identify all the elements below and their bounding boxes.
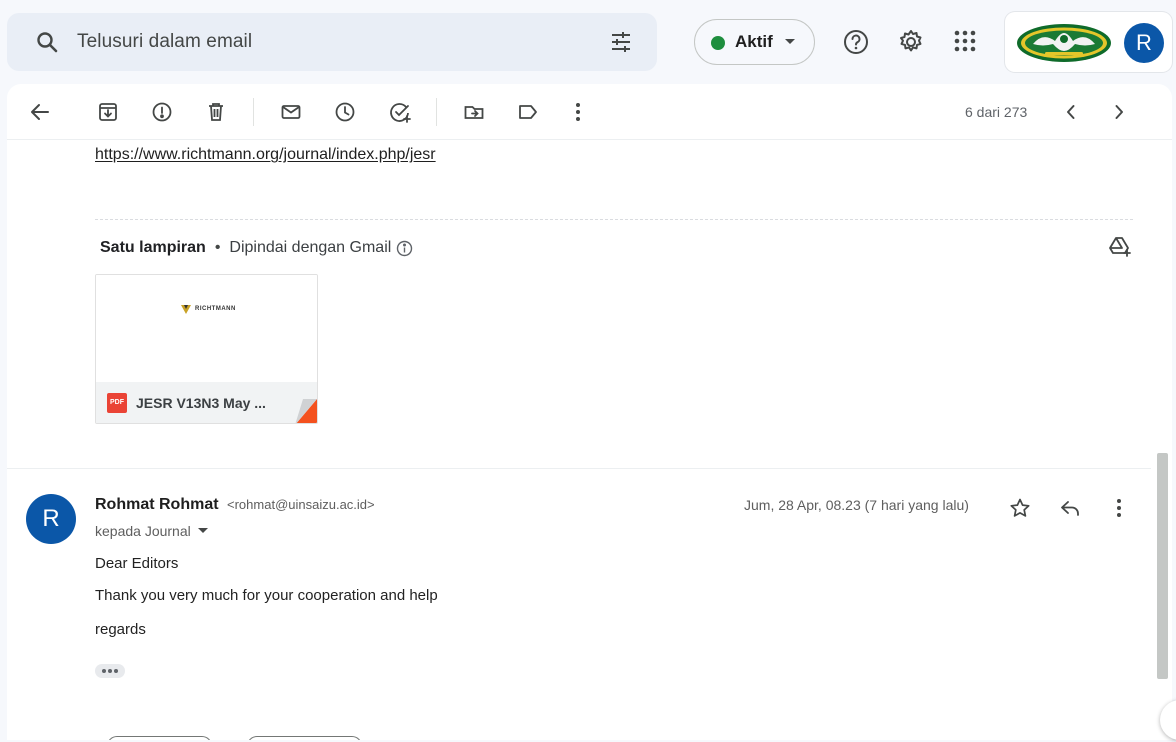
search-icon[interactable] — [35, 30, 59, 54]
label-icon[interactable] — [517, 101, 539, 123]
toolbar-divider — [253, 98, 254, 126]
report-spam-icon[interactable] — [151, 101, 173, 123]
search-bar[interactable]: Telusuri dalam email — [7, 13, 657, 71]
attachment-card[interactable]: RICHTMANN PDF JESR V13N3 May ... — [95, 274, 318, 424]
attachments-header: Satu lampiran • Dipindai dengan Gmail — [100, 237, 413, 259]
body-line-closing: regards — [95, 621, 146, 638]
back-arrow-icon[interactable] — [29, 101, 51, 123]
toolbar-divider — [436, 98, 437, 126]
archive-icon[interactable] — [97, 101, 119, 123]
more-vert-icon[interactable] — [1109, 497, 1129, 519]
account-area[interactable]: R — [1005, 12, 1172, 72]
email-toolbar: 6 dari 273 — [7, 84, 1172, 140]
preview-brand: RICHTMANN — [195, 306, 236, 312]
attachments-title: Satu lampiran — [100, 239, 206, 256]
more-vert-icon[interactable] — [568, 101, 588, 123]
reply-button[interactable] — [107, 736, 212, 740]
attachment-footer: PDF JESR V13N3 May ... — [96, 382, 317, 423]
forward-button[interactable] — [247, 736, 362, 740]
message-divider — [7, 468, 1151, 469]
add-to-drive-icon[interactable] — [1108, 235, 1132, 259]
help-icon[interactable] — [843, 29, 869, 55]
attachment-preview: RICHTMANN — [96, 275, 317, 382]
mark-unread-icon[interactable] — [280, 101, 302, 123]
organization-logo — [1015, 22, 1113, 64]
scan-note: Dipindai dengan Gmail — [229, 239, 392, 256]
recipient-line[interactable]: kepada Journal — [95, 523, 208, 539]
attachments-separator: • — [214, 239, 221, 256]
move-to-icon[interactable] — [463, 101, 485, 123]
chevron-right-icon[interactable] — [1109, 101, 1129, 123]
sender-line: Rohmat Rohmat <rohmat@uinsaizu.ac.id> — [95, 496, 375, 514]
settings-icon[interactable] — [898, 29, 924, 55]
search-options-icon[interactable] — [609, 30, 633, 54]
page-fold-icon — [269, 399, 317, 423]
chevron-left-icon[interactable] — [1061, 101, 1081, 123]
add-to-tasks-icon[interactable] — [389, 101, 413, 123]
status-dot — [711, 36, 725, 50]
account-avatar[interactable]: R — [1124, 23, 1164, 63]
sender-name[interactable]: Rohmat Rohmat — [95, 496, 219, 513]
reply-icon[interactable] — [1059, 497, 1081, 519]
sender-avatar[interactable]: R — [26, 494, 76, 544]
recipient-text: kepada Journal — [95, 523, 191, 539]
email-view: 6 dari 273 https://www.richtmann.org/jou… — [7, 84, 1172, 740]
body-line-greeting: Dear Editors — [95, 555, 179, 572]
apps-grid-icon[interactable] — [954, 30, 976, 52]
sender-email: <rohmat@uinsaizu.ac.id> — [227, 497, 375, 512]
body-line-main: Thank you very much for your cooperation… — [95, 587, 438, 604]
star-icon[interactable] — [1009, 497, 1031, 519]
attachments-divider — [95, 219, 1133, 220]
status-label: Aktif — [735, 32, 773, 51]
show-trimmed-content-button[interactable] — [95, 664, 125, 678]
attachment-name: JESR V13N3 May ... — [136, 395, 266, 411]
pdf-icon: PDF — [107, 393, 127, 413]
status-chip[interactable]: Aktif — [694, 19, 815, 65]
preview-logo: RICHTMANN — [180, 303, 236, 315]
pagination-label: 6 dari 273 — [965, 104, 1028, 120]
journal-link[interactable]: https://www.richtmann.org/journal/index.… — [95, 146, 436, 164]
info-icon[interactable] — [396, 240, 413, 257]
delete-icon[interactable] — [205, 101, 227, 123]
search-input[interactable]: Telusuri dalam email — [77, 13, 252, 71]
snooze-icon[interactable] — [334, 101, 356, 123]
scrollbar-thumb[interactable] — [1157, 453, 1168, 679]
chevron-down-icon — [784, 38, 796, 46]
chevron-down-icon[interactable] — [197, 528, 208, 534]
message-date: Jum, 28 Apr, 08.23 (7 hari yang lalu) — [744, 497, 969, 513]
